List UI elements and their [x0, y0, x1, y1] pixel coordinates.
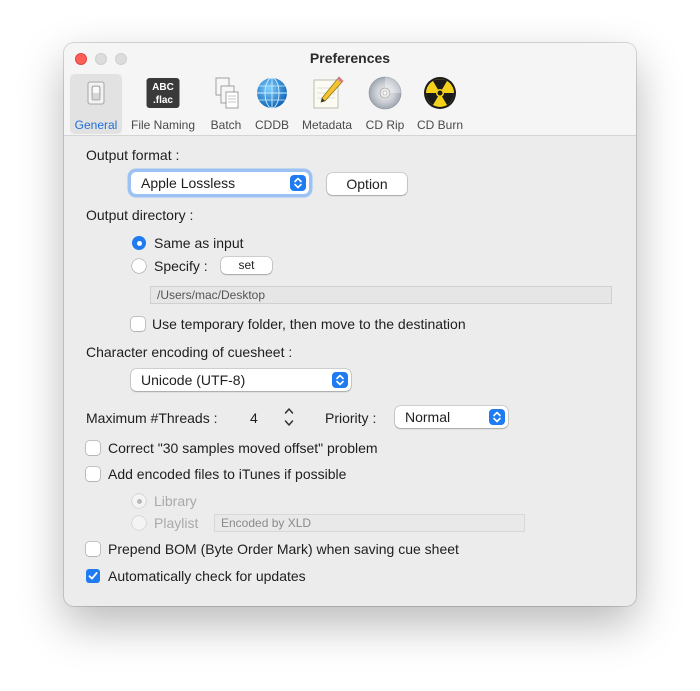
- output-format-label: Output format :: [86, 147, 180, 163]
- tab-general[interactable]: General: [70, 74, 122, 134]
- tab-file-naming[interactable]: ABC .flac File Naming: [124, 74, 202, 134]
- chevron-updown-icon: [290, 175, 306, 191]
- prepend-bom-checkbox[interactable]: [86, 542, 100, 556]
- same-as-input-label: Same as input: [154, 235, 244, 251]
- library-radio[interactable]: [132, 494, 146, 508]
- specify-label: Specify :: [154, 258, 208, 274]
- same-as-input-radio[interactable]: [132, 236, 146, 250]
- tab-cd-burn[interactable]: CD Burn: [411, 74, 469, 134]
- library-label: Library: [154, 493, 197, 509]
- prepend-bom-label: Prepend BOM (Byte Order Mark) when savin…: [108, 541, 459, 557]
- tab-cd-rip[interactable]: CD Rip: [360, 74, 410, 134]
- globe-icon: [255, 76, 289, 110]
- temp-folder-checkbox[interactable]: [131, 317, 145, 331]
- tab-cddb-label: CDDB: [254, 118, 289, 132]
- pencil-note-icon: [310, 76, 344, 110]
- radiation-icon: [423, 76, 457, 110]
- cd-disc-icon: [368, 76, 402, 110]
- set-directory-button[interactable]: set: [221, 257, 272, 274]
- cuesheet-encoding-popup[interactable]: Unicode (UTF-8): [131, 369, 351, 391]
- priority-label: Priority :: [325, 410, 377, 426]
- add-itunes-label: Add encoded files to iTunes if possible: [108, 466, 347, 482]
- abc-flac-icon: ABC .flac: [146, 76, 180, 110]
- auto-update-checkbox[interactable]: [86, 569, 100, 583]
- preferences-window: Preferences General ABC .flac File Namin…: [64, 43, 636, 606]
- priority-popup[interactable]: Normal: [395, 406, 508, 428]
- correct-offset-checkbox[interactable]: [86, 441, 100, 455]
- cuesheet-encoding-label: Character encoding of cuesheet :: [86, 344, 293, 360]
- tab-batch[interactable]: Batch: [203, 74, 249, 134]
- add-itunes-checkbox[interactable]: [86, 467, 100, 481]
- option-button[interactable]: Option: [327, 173, 407, 195]
- tab-metadata-label: Metadata: [301, 118, 353, 132]
- threads-label: Maximum #Threads :: [86, 410, 218, 426]
- tab-file-naming-label: File Naming: [130, 118, 196, 132]
- switch-icon: [79, 76, 113, 110]
- toolbar: Preferences General ABC .flac File Namin…: [64, 43, 636, 136]
- specify-radio[interactable]: [132, 259, 146, 273]
- correct-offset-label: Correct "30 samples moved offset" proble…: [108, 440, 378, 456]
- tab-cddb[interactable]: CDDB: [250, 74, 294, 134]
- chevron-updown-icon: [489, 409, 505, 425]
- tab-cd-rip-label: CD Rip: [365, 118, 405, 132]
- documents-stack-icon: [209, 76, 243, 110]
- output-directory-label: Output directory :: [86, 207, 194, 223]
- tab-general-label: General: [74, 118, 118, 132]
- chevron-updown-icon: [332, 372, 348, 388]
- playlist-label: Playlist: [154, 515, 199, 531]
- threads-stepper[interactable]: [282, 405, 296, 429]
- tab-batch-label: Batch: [210, 118, 242, 132]
- svg-text:ABC: ABC: [152, 82, 174, 93]
- directory-path-field: /Users/mac/Desktop: [150, 286, 612, 304]
- tab-metadata[interactable]: Metadata: [295, 74, 359, 134]
- playlist-name-field[interactable]: Encoded by XLD: [214, 514, 525, 532]
- checkmark-icon: [88, 572, 98, 580]
- svg-text:.flac: .flac: [153, 95, 173, 106]
- auto-update-label: Automatically check for updates: [108, 568, 306, 584]
- tab-cd-burn-label: CD Burn: [416, 118, 463, 132]
- window-title: Preferences: [309, 50, 391, 66]
- temp-folder-label: Use temporary folder, then move to the d…: [152, 316, 466, 332]
- cuesheet-encoding-value: Unicode (UTF-8): [141, 372, 246, 388]
- priority-value: Normal: [405, 409, 451, 425]
- threads-value: 4: [250, 410, 258, 426]
- output-format-value: Apple Lossless: [141, 175, 236, 191]
- playlist-radio[interactable]: [132, 516, 146, 530]
- output-format-popup[interactable]: Apple Lossless: [131, 172, 309, 194]
